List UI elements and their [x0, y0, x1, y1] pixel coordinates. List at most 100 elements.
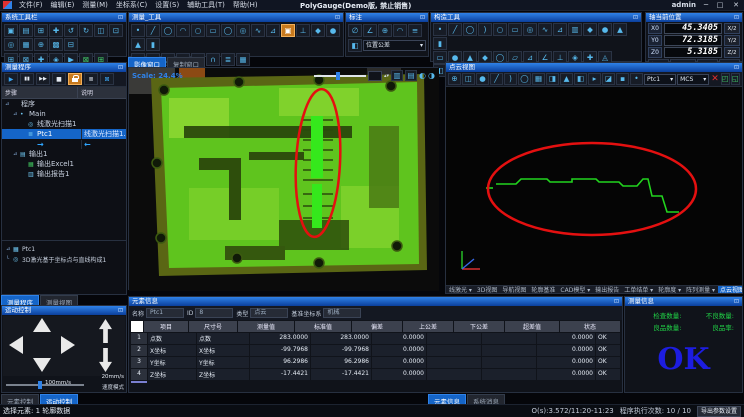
menu-item[interactable]: 辅助工具(T) [183, 0, 229, 10]
measure-tool-icon[interactable]: ▦ [236, 53, 250, 66]
column-step[interactable]: 步骤 [2, 87, 77, 98]
measure-tool-icon[interactable]: ▲ [131, 38, 145, 51]
delete-icon[interactable]: ✕ [710, 74, 720, 84]
tree-item[interactable]: → ← [2, 139, 126, 149]
measure-tool-icon[interactable]: ⊥ [296, 24, 310, 37]
cloud-bottom-tab[interactable]: 输出报告 [593, 285, 621, 293]
measure-tool-icon[interactable]: • [131, 24, 145, 37]
panel-float-icon[interactable]: ⊡ [633, 13, 638, 22]
detail-item[interactable]: └ ◎ 3D激光基于坐标点与直线构成1 [2, 254, 126, 264]
field-value[interactable]: 机械 [323, 308, 361, 318]
stop-icon[interactable]: ■ [52, 73, 66, 85]
cloud-bottom-tab[interactable]: 线激光 ▾ [447, 285, 474, 293]
select-all-cell[interactable] [131, 321, 143, 332]
measure-tool-icon[interactable]: ▣ [281, 24, 295, 37]
annotation-tool-icon[interactable]: ∅ [348, 24, 362, 37]
cloud-bottom-tab[interactable]: 阵列测量 ▾ [684, 285, 717, 293]
panel-float-icon[interactable]: ⊡ [118, 63, 123, 72]
jog-left-button[interactable] [9, 336, 23, 354]
tool-icon[interactable]: ▤ [19, 24, 33, 37]
menu-item[interactable]: 编辑(E) [47, 0, 79, 10]
field-value[interactable]: Ptc1 [146, 308, 184, 318]
cloud-tool-icon[interactable]: ◪ [602, 73, 615, 85]
cloud-canvas[interactable] [446, 87, 742, 285]
step-icon[interactable]: ▶▶ [36, 73, 50, 85]
stepper-icon[interactable]: ▴▾ [384, 73, 389, 79]
construct-tool-icon[interactable]: ╱ [448, 23, 462, 36]
cloud-tool-icon[interactable]: ╱ [490, 73, 503, 85]
coordinate-system-dropdown[interactable]: MCS▾ [677, 74, 709, 85]
maximize-button[interactable]: □ [714, 1, 726, 9]
cloud-bottom-tab[interactable]: 轮廓基准 [529, 285, 557, 293]
construct-tool-icon[interactable]: ◎ [523, 23, 537, 36]
construct-tool-icon[interactable]: ▲ [613, 23, 627, 36]
construct-tool-icon[interactable]: ○ [493, 23, 507, 36]
measure-tool-icon[interactable]: ◯ [221, 24, 235, 37]
construct-tool-icon[interactable]: ∿ [538, 23, 552, 36]
menu-item[interactable]: 设置(S) [151, 0, 183, 10]
measure-tool-icon[interactable]: ◆ [311, 24, 325, 37]
field-value[interactable]: 点云 [250, 308, 288, 318]
cloud-bottom-tab[interactable]: 导航视图 [500, 285, 528, 293]
jog-z-down-button[interactable] [99, 348, 112, 372]
tool-icon[interactable]: ▦ [19, 38, 33, 51]
cloud-tool-icon[interactable]: ◧ [574, 73, 587, 85]
measure-tool-icon[interactable]: ▭ [206, 24, 220, 37]
cloud-tool-icon[interactable]: ▪ [616, 73, 629, 85]
menu-item[interactable]: 帮助(H) [229, 0, 262, 10]
expander-icon[interactable]: ⊿ [13, 151, 20, 157]
brightness-slider-track[interactable] [314, 75, 366, 77]
cloud-tool-icon[interactable]: ▦ [532, 73, 545, 85]
menu-item[interactable]: 坐标系(C) [112, 0, 151, 10]
annotation-tool-icon[interactable]: ≡ [408, 24, 422, 37]
jog-up-button[interactable] [33, 318, 51, 332]
cloud-bottom-tab[interactable]: 轮廓度 ▾ [656, 285, 683, 293]
layers-icon[interactable]: ▤ [405, 70, 417, 81]
construct-tool-icon[interactable]: ◯ [463, 23, 477, 36]
expander-icon[interactable]: ⊿ [13, 111, 20, 117]
tool-icon[interactable]: ⊡ [109, 24, 123, 37]
annotation-tool-icon[interactable]: ⊕ [378, 24, 392, 37]
cloud-bottom-tab[interactable]: 3D视图 [475, 285, 499, 293]
brightness-slider-thumb[interactable] [336, 72, 340, 80]
construct-tool-icon[interactable]: ⊿ [553, 23, 567, 36]
measure-tool-icon[interactable]: ○ [191, 24, 205, 37]
construct-tool-icon[interactable]: ◆ [583, 23, 597, 36]
cloud-tool-icon[interactable]: ◨ [546, 73, 559, 85]
tool-icon[interactable]: ⊞ [34, 24, 48, 37]
rotate-icon[interactable]: ◑ [428, 71, 435, 80]
axis-tag[interactable]: Z/2 [724, 47, 740, 58]
cloud-tool-icon[interactable]: ● [476, 73, 489, 85]
axis-tag[interactable]: X/2 [724, 23, 740, 34]
table-row-empty[interactable] [131, 381, 620, 383]
cloud-bottom-tab[interactable]: 工单结单 ▾ [622, 285, 655, 293]
measure-tool-icon[interactable]: ◎ [236, 24, 250, 37]
menu-item[interactable]: 测量(M) [78, 0, 112, 10]
panel-float-icon[interactable]: ⊡ [734, 13, 739, 22]
panel-float-icon[interactable]: ⊡ [420, 13, 425, 22]
expander-icon[interactable]: ⊿ [5, 101, 12, 107]
tool-icon[interactable]: ⊟ [64, 38, 78, 51]
cloud-tool-icon[interactable]: ) [504, 73, 517, 85]
cloud-bottom-tab[interactable]: CAD模型 ▾ [558, 285, 592, 293]
element-dropdown[interactable]: Ptc1▾ [644, 74, 676, 85]
table-row[interactable]: 3 Y坐标 Y坐标 96.2986 96.2986 0.0000 0.0000 … [131, 357, 620, 368]
measure-tool-icon[interactable]: ╱ [146, 24, 160, 37]
axis-tag[interactable]: Y/2 [724, 35, 740, 46]
jog-right-button[interactable] [61, 336, 75, 354]
annotation-tool-icon[interactable]: ◠ [393, 24, 407, 37]
pause-icon[interactable]: ▮▮ [20, 73, 34, 85]
panel-float-icon[interactable]: ⊡ [118, 13, 123, 22]
construct-tool-icon[interactable]: ▥ [568, 23, 582, 36]
minimize-button[interactable]: ─ [700, 1, 712, 9]
tool-icon[interactable]: ↺ [64, 24, 78, 37]
panel-float-icon[interactable]: ⊡ [614, 297, 619, 306]
tree-item[interactable]: ▦ 输出Excel1 [2, 159, 126, 169]
construct-tool-icon[interactable]: ● [598, 23, 612, 36]
panel-float-icon[interactable]: ⊡ [118, 306, 123, 315]
tool-icon[interactable]: ✚ [49, 24, 63, 37]
image-view[interactable]: Scale: 24.4% ▴▾ ▥ ▤ ◐ ◑ [128, 67, 438, 290]
expander-icon[interactable]: ⊿ [6, 246, 13, 252]
pan-icon[interactable]: ◐ [419, 71, 426, 80]
cloud-tool-icon[interactable]: • [630, 73, 643, 85]
